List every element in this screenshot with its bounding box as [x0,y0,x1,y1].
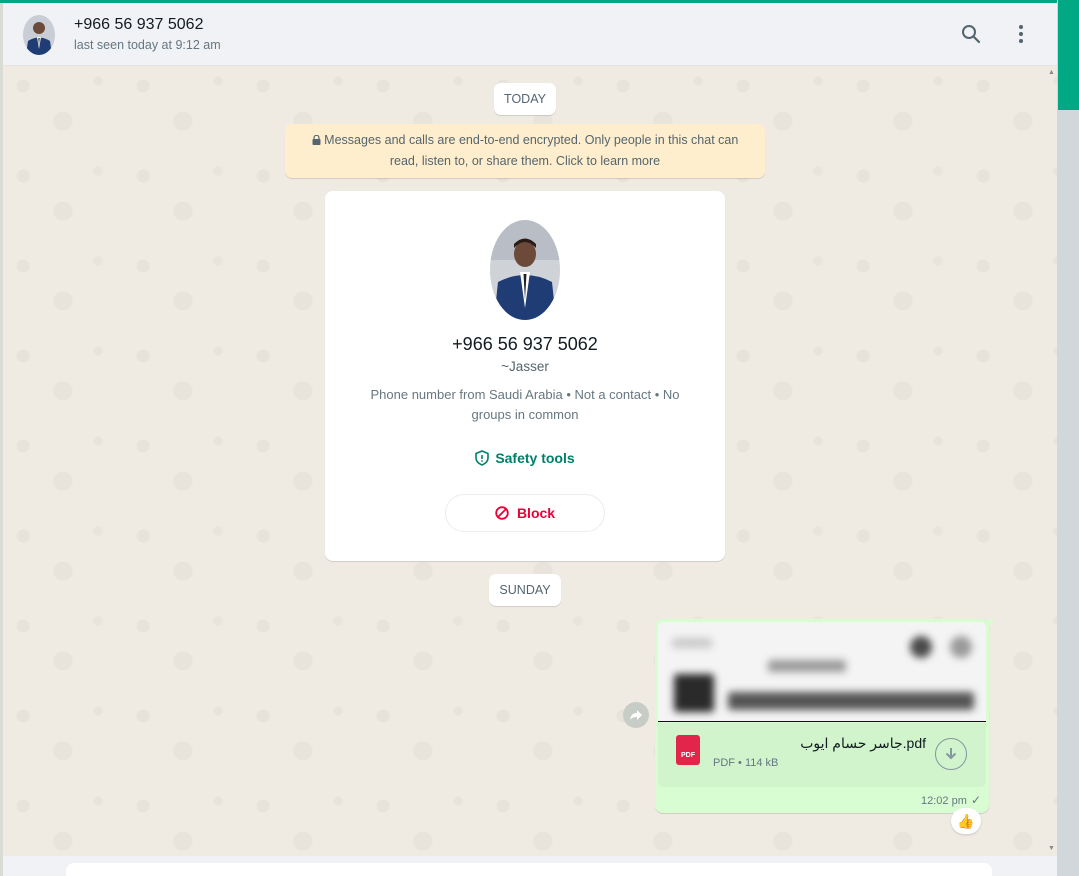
last-seen-status: last seen today at 9:12 am [74,38,221,52]
encryption-notice-text: Messages and calls are end-to-end encryp… [324,133,739,168]
contact-phone-title[interactable]: +966 56 937 5062 [74,16,203,34]
contact-info-card: +966 56 937 5062 ~Jasser Phone number fr… [325,191,725,561]
download-icon[interactable] [935,738,967,770]
shield-icon [475,450,490,466]
right-scroll-strip [1057,0,1079,876]
message-input[interactable] [66,863,992,876]
kebab-menu-icon[interactable] [1008,21,1034,47]
search-icon[interactable] [958,21,984,47]
bubble-tail [987,619,995,629]
encryption-notice[interactable]: Messages and calls are end-to-end encryp… [285,124,765,178]
sent-check-icon: ✓ [971,793,982,807]
right-accent-strip [1058,0,1079,110]
document-preview-thumbnail[interactable] [658,622,986,722]
message-timestamp: 12:02 pm [921,795,967,807]
document-row[interactable]: PDF جاسر حسام ايوب.pdf PDF • 114 kB [658,723,986,787]
scroll-up-arrow-icon[interactable]: ▲ [1048,69,1055,76]
contact-profile-photo[interactable] [490,220,560,320]
composer-bar [3,856,1057,876]
chat-window: +966 56 937 5062 last seen today at 9:12… [3,3,1057,876]
contact-avatar[interactable] [23,15,55,55]
block-label: Block [516,505,556,521]
date-chip-today: TODAY [494,83,556,115]
document-meta: PDF • 114 kB [713,757,779,769]
safety-tools-label: Safety tools [495,450,575,466]
document-file-name: جاسر حسام ايوب.pdf [800,735,926,751]
card-description: Phone number from Saudi Arabia • Not a c… [370,387,680,422]
outgoing-document-message[interactable]: PDF جاسر حسام ايوب.pdf PDF • 114 kB 12:0… [655,619,989,813]
message-list[interactable]: ▲ TODAY Messages and calls are end-to-en… [3,66,1057,856]
forward-icon[interactable] [623,702,649,728]
card-push-name: ~Jasser [501,359,549,374]
safety-tools-button[interactable]: Safety tools [325,450,725,466]
scroll-down-arrow-icon[interactable]: ▼ [1048,845,1055,852]
chat-header[interactable]: +966 56 937 5062 last seen today at 9:12… [3,3,1057,66]
pdf-file-icon: PDF [676,735,700,765]
block-icon [495,506,509,520]
thumbs-up-reaction[interactable]: 👍 [951,808,981,834]
block-button[interactable]: Block [445,494,605,532]
lock-icon [312,134,321,145]
date-chip-sunday: SUNDAY [489,574,561,606]
card-phone-number: +966 56 937 5062 [452,334,598,354]
